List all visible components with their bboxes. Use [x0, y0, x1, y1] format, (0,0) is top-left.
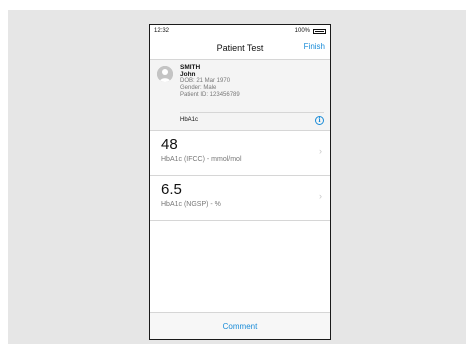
person-avatar-icon	[157, 66, 173, 82]
chevron-right-icon: ›	[319, 146, 322, 156]
phone-screen: 12:32 100% Patient Test Finish SMITH Joh…	[149, 24, 331, 340]
battery-fill	[315, 30, 324, 32]
battery-icon	[313, 28, 326, 34]
test-name-row: HbA1c i	[180, 112, 324, 127]
finish-button[interactable]: Finish	[304, 42, 325, 51]
patient-gender: Gender: Male	[180, 85, 217, 91]
result-label: HbA1c (NGSP) - %	[161, 201, 221, 208]
result-value: 6.5	[161, 181, 182, 198]
result-row-ifcc[interactable]: 48 HbA1c (IFCC) - mmol/mol ›	[150, 131, 330, 176]
patient-given-name: John	[180, 71, 196, 78]
result-value: 48	[161, 136, 178, 153]
battery-percent: 100%	[294, 28, 310, 34]
test-name: HbA1c	[180, 117, 199, 123]
info-icon[interactable]: i	[315, 115, 324, 125]
status-bar: 12:32 100%	[150, 25, 330, 37]
patient-id: Patient ID: 123456789	[180, 92, 240, 98]
comment-button[interactable]: Comment	[223, 322, 258, 331]
patient-card: SMITH John DOB: 21 Mar 1970 Gender: Male…	[150, 60, 330, 131]
status-time: 12:32	[154, 28, 170, 34]
page-title: Patient Test	[216, 43, 264, 53]
navigation-bar: Patient Test Finish	[150, 37, 330, 60]
bottom-toolbar: Comment	[150, 312, 330, 339]
status-right: 100%	[295, 28, 326, 34]
patient-dob: DOB: 21 Mar 1970	[180, 78, 231, 84]
result-label: HbA1c (IFCC) - mmol/mol	[161, 156, 242, 163]
chevron-right-icon: ›	[319, 191, 322, 201]
patient-surname: SMITH	[180, 64, 201, 71]
patient-details: SMITH John DOB: 21 Mar 1970 Gender: Male…	[180, 64, 320, 99]
result-row-ngsp[interactable]: 6.5 HbA1c (NGSP) - % ›	[150, 176, 330, 221]
